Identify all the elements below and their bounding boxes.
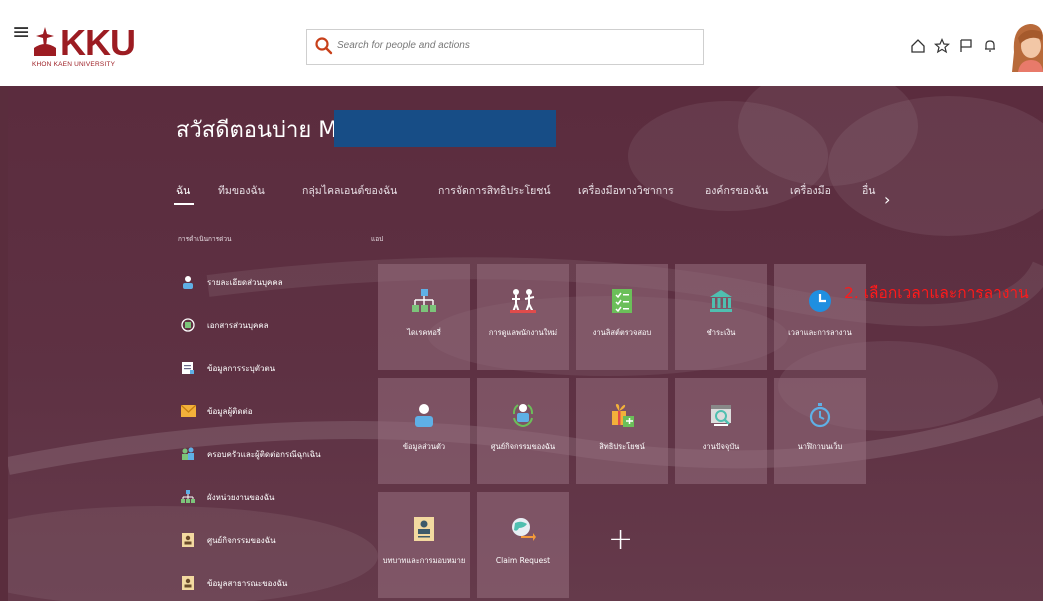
personal-info-icon [378,400,470,430]
search-icon [315,37,333,55]
add-app-icon[interactable]: + [608,522,633,557]
quick-action-label: ข้อมูลสาธารณะของฉัน [207,578,288,588]
tab-my-team[interactable]: ทีมของฉัน [218,182,265,199]
tab-academic-tools[interactable]: เครื่องมือทางวิชาการ [578,182,674,199]
search-input[interactable]: Search for people and actions [306,29,704,65]
stopwatch-icon [774,400,866,430]
app-tile-checklist-tasks[interactable]: งานลิสต์ตรวจสอบ [576,264,668,370]
main-content: สวัสดีตอนบ่าย M ฉัน ทีมของฉัน กลุ่มไคลเอ… [8,86,1043,601]
apps-heading: แอป [371,235,384,243]
app-tile-directory[interactable]: ไดเรคทอรี่ [378,264,470,370]
tab-benefits-admin[interactable]: การจัดการสิทธิประโยชน์ [438,182,551,199]
person-icon [180,274,196,290]
app-tile-personal-info[interactable]: ข้อมูลส่วนตัว [378,378,470,484]
redacted-name [334,110,556,147]
flag-icon[interactable] [954,34,978,58]
chevron-right-icon[interactable]: › [884,190,890,209]
app-label: สิทธิประโยชน์ [599,442,645,451]
quick-action-label: รายละเอียดส่วนบุคคล [207,277,283,287]
quick-actions-heading: การดำเนินการด่วน [178,235,232,243]
quick-action-personal-documents[interactable]: เอกสารส่วนบุคคล [180,317,269,333]
app-label: ศูนย์กิจกรรมของฉัน [490,442,556,451]
onboarding-icon [477,286,569,316]
logo-text: KKU [60,22,136,63]
tab-my-client-groups[interactable]: กลุ่มไคลเอนต์ของฉัน [302,182,397,199]
activity-icon [180,532,196,548]
tab-my-organization[interactable]: องค์กรของฉัน [705,182,768,199]
menu-icon[interactable]: ≡ [12,22,30,44]
app-label: การดูแลพนักงานใหม่ [488,328,558,337]
tab-more[interactable]: อื่น [862,182,875,199]
top-bar: ≡ KKU KHON KAEN UNIVERSITY Search for pe… [0,0,1043,86]
app-label: บทบาทและการมอบหมาย [382,556,466,565]
quick-action-label: ผังหน่วยงานของฉัน [207,492,275,502]
app-tile-pay[interactable]: ชำระเงิน [675,264,767,370]
app-label: เวลาและการลางาน [788,328,852,337]
quick-action-contact-info[interactable]: ข้อมูลผู้ติดต่อ [180,403,253,419]
greeting: สวัสดีตอนบ่าย M [176,118,338,143]
kku-logo[interactable]: KKU KHON KAEN UNIVERSITY [30,24,136,72]
quick-action-label: ศูนย์กิจกรรมของฉัน [207,535,276,545]
app-label: งานปัจจุบัน [702,442,740,451]
quick-action-identification-info[interactable]: ข้อมูลการระบุตัวตน [180,360,275,376]
quick-action-label: ครอบครัวและผู้ติดต่อกรณีฉุกเฉิน [207,449,321,459]
tab-me[interactable]: ฉัน [173,182,195,205]
org-chart-icon [180,489,196,505]
quick-action-family-emergency[interactable]: ครอบครัวและผู้ติดต่อกรณีฉุกเฉิน [180,446,321,462]
kku-emblem-icon [34,27,56,56]
logo-subtext: KHON KAEN UNIVERSITY [32,61,116,68]
app-label: ชำระเงิน [706,328,736,337]
mail-icon [180,403,196,419]
app-tile-roles-assignments[interactable]: บทบาทและการมอบหมาย [378,492,470,598]
app-label: งานลิสต์ตรวจสอบ [592,328,652,337]
quick-action-label: เอกสารส่วนบุคคล [207,320,269,330]
tab-bar: ฉัน ทีมของฉัน กลุ่มไคลเอนต์ของฉัน การจัด… [173,182,886,212]
app-label: นาฬิกาบนเว็บ [797,442,843,451]
current-job-icon [675,400,767,430]
app-tile-claim-request[interactable]: Claim Request [477,492,569,598]
id-icon [180,360,196,376]
document-icon [180,317,196,333]
quick-action-my-org-chart[interactable]: ผังหน่วยงานของฉัน [180,489,274,505]
app-tile-activity-center[interactable]: ศูนย์กิจกรรมของฉัน [477,378,569,484]
home-icon[interactable] [906,34,930,58]
benefits-icon [576,400,668,430]
quick-action-public-info[interactable]: ข้อมูลสาธารณะของฉัน [180,575,287,591]
quick-action-label: ข้อมูลผู้ติดต่อ [207,406,253,416]
app-tile-current-job[interactable]: งานปัจจุบัน [675,378,767,484]
app-tile-benefits[interactable]: สิทธิประโยชน์ [576,378,668,484]
bank-icon [675,286,767,316]
app-tile-onboarding[interactable]: การดูแลพนักงานใหม่ [477,264,569,370]
bell-icon[interactable] [978,34,1002,58]
instruction-annotation: 2. เลือกเวลาและการลางาน [844,284,1029,302]
directory-icon [378,286,470,316]
checklist-icon [576,286,668,316]
app-label: ไดเรคทอรี่ [407,328,441,337]
app-tile-web-clock[interactable]: นาฬิกาบนเว็บ [774,378,866,484]
quick-action-label: ข้อมูลการระบุตัวตน [207,363,276,373]
tab-tools[interactable]: เครื่องมือ [790,182,831,199]
app-label: Claim Request [495,556,551,565]
family-icon [180,446,196,462]
avatar[interactable] [1012,18,1043,72]
quick-action-activity-center[interactable]: ศูนย์กิจกรรมของฉัน [180,532,276,548]
quick-action-personal-details[interactable]: รายละเอียดส่วนบุคคล [180,274,283,290]
star-icon[interactable] [930,34,954,58]
activity-center-icon [477,400,569,430]
claim-icon [477,514,569,544]
public-info-icon [180,575,196,591]
roles-icon [378,514,470,544]
search-placeholder: Search for people and actions [337,40,470,51]
app-label: ข้อมูลส่วนตัว [402,442,446,451]
